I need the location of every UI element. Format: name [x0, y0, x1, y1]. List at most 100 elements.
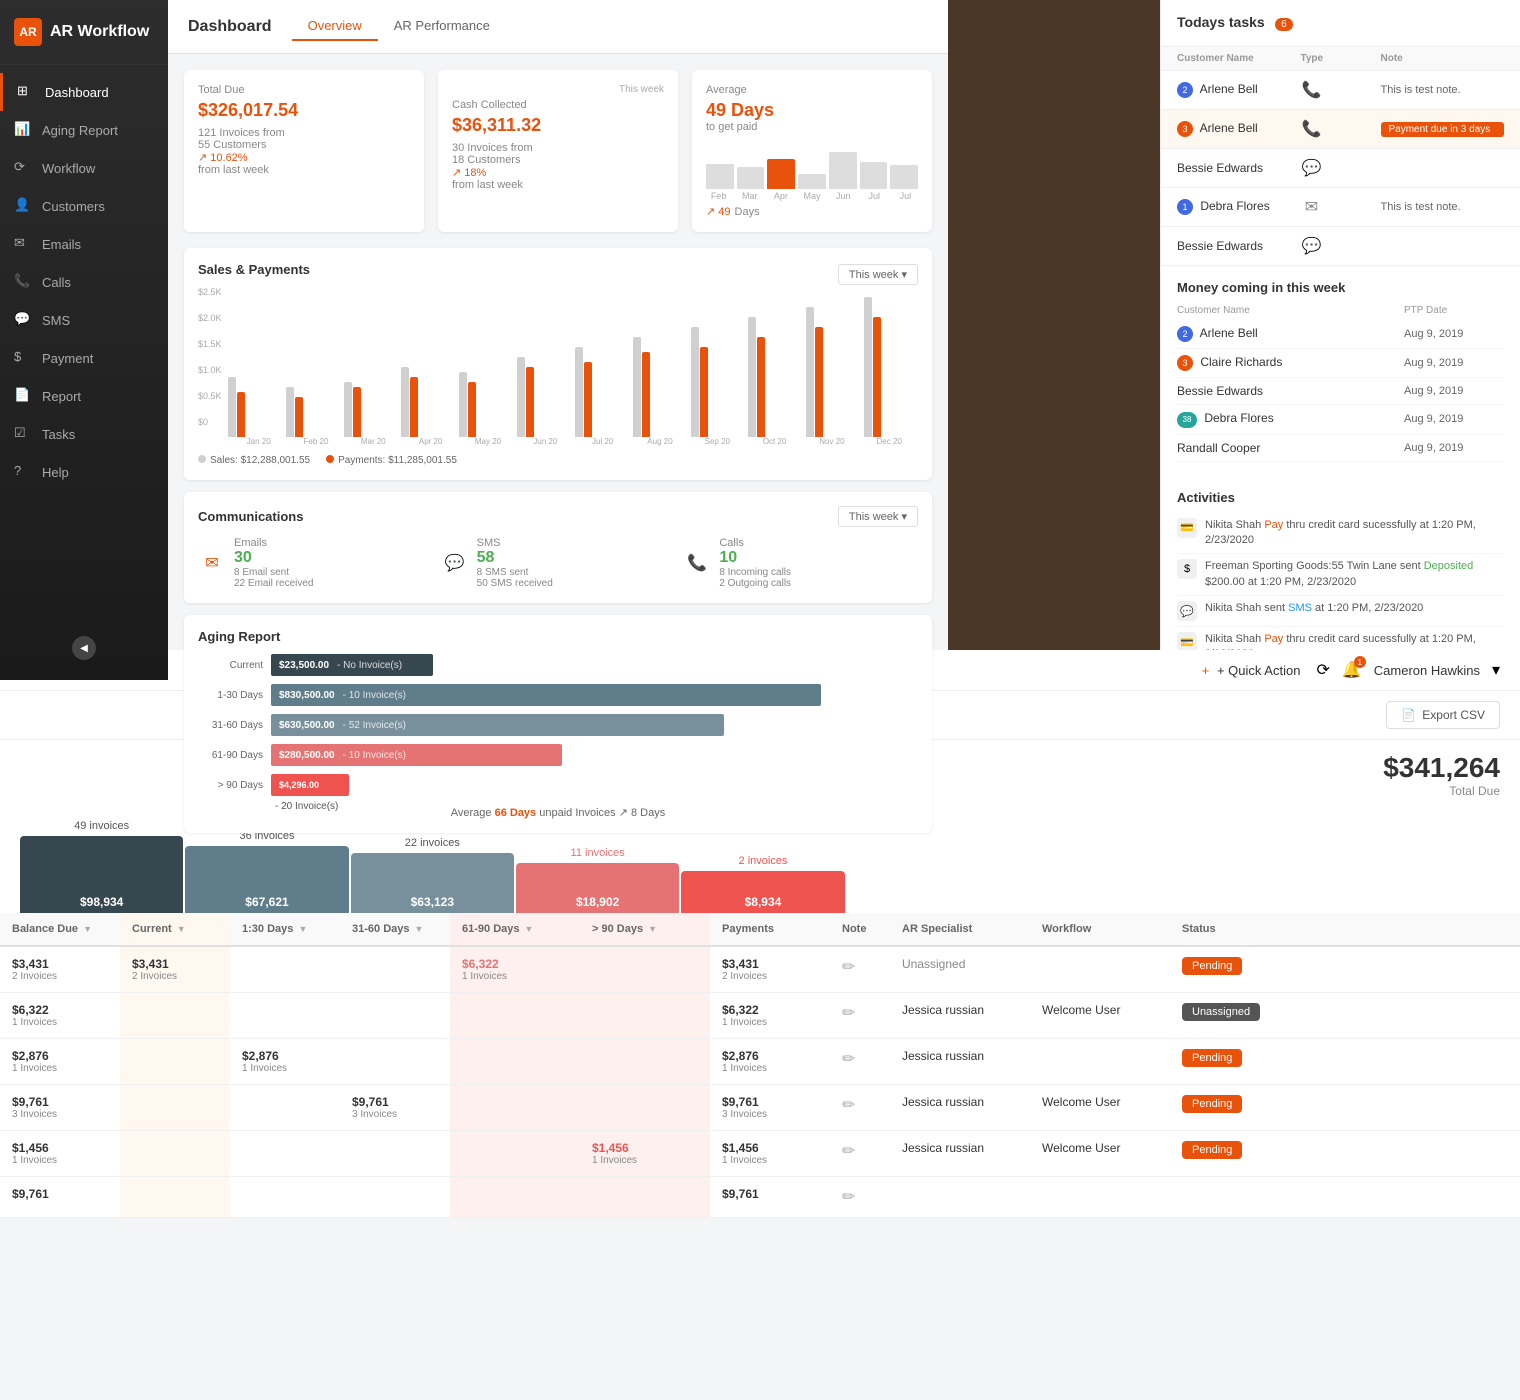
comm-header: Communications This week ▾: [198, 506, 918, 527]
td-current-5: [120, 1131, 230, 1176]
sidebar-item-calls[interactable]: 📞 Calls: [0, 263, 168, 301]
user-chevron[interactable]: ▾: [1492, 660, 1500, 680]
inv-col-90plus: 2 invoices $8,934: [681, 855, 844, 913]
aging-report-icon: 📊: [14, 121, 32, 139]
aging-row-current: Current $23,500.00 - No Invoice(s): [198, 654, 918, 676]
td-90plus-4: [580, 1085, 710, 1130]
y-axis-labels: $2.5K $2.0K $1.5K $1.0K $0.5K $0: [198, 287, 222, 427]
money-coming-section: Money coming in this week Customer Name …: [1161, 266, 1520, 476]
bar-group-apr: [401, 367, 455, 437]
td-status-2: Unassigned: [1170, 993, 1280, 1038]
task-type-phone-2: 📞: [1301, 118, 1323, 140]
sidebar-label-help: Help: [42, 465, 69, 480]
sidebar-label-calls: Calls: [42, 275, 71, 290]
bar-mar: [737, 167, 765, 190]
quick-action-button[interactable]: + + Quick Action: [1202, 663, 1301, 678]
th-31-60[interactable]: 31-60 Days ▼: [340, 913, 450, 945]
td-note-2[interactable]: ✏: [830, 993, 890, 1038]
td-90plus-5: $1,4561 Invoices: [580, 1131, 710, 1176]
table-row-5: $1,4561 Invoices $1,4561 Invoices $1,456…: [0, 1131, 1520, 1177]
sidebar-collapse-button[interactable]: ◀: [72, 636, 96, 660]
cash-week-label[interactable]: This week: [452, 84, 664, 95]
right-panel: Todays tasks 6 Customer Name Type Note 2…: [1160, 0, 1520, 650]
th-note[interactable]: Note: [830, 913, 890, 945]
bar-group-nov: [806, 307, 860, 437]
tab-overview[interactable]: Overview: [292, 12, 378, 41]
inv-bar-1-30: [185, 846, 348, 891]
td-90plus-3: [580, 1039, 710, 1084]
export-csv-button[interactable]: 📄 Export CSV: [1386, 701, 1500, 729]
total-due-customers: 55 Customers: [198, 139, 410, 151]
sidebar-label-payment: Payment: [42, 351, 93, 366]
task-table-header: Customer Name Type Note: [1161, 47, 1520, 71]
task-item-2: 3 Arlene Bell 📞 Payment due in 3 days: [1161, 110, 1520, 149]
task-col-note: Note: [1381, 53, 1505, 64]
td-specialist-6: [890, 1177, 1030, 1217]
sidebar-item-dashboard[interactable]: ⊞ Dashboard: [0, 73, 168, 111]
legend-sales: Sales: $12,288,001.55: [198, 455, 310, 466]
td-payments-6: $9,761: [710, 1177, 830, 1217]
sidebar-item-payment[interactable]: $ Payment: [0, 339, 168, 377]
th-specialist[interactable]: AR Specialist: [890, 913, 1030, 945]
cash-collected-value: $36,311.32: [452, 115, 664, 136]
th-status[interactable]: Status: [1170, 913, 1280, 945]
td-note-6[interactable]: ✏: [830, 1177, 890, 1217]
sidebar-item-report[interactable]: 📄 Report: [0, 377, 168, 415]
notification-icon[interactable]: 🔔 1: [1342, 660, 1362, 680]
td-balance-4: $9,7613 Invoices: [0, 1085, 120, 1130]
activity-icon-dollar: $: [1177, 559, 1197, 579]
export-icon: 📄: [1401, 708, 1416, 722]
aging-chart-title: Aging Report: [198, 629, 918, 644]
activity-icon-card: 💳: [1177, 518, 1197, 538]
emails-icon: ✉: [14, 235, 32, 253]
td-note-4[interactable]: ✏: [830, 1085, 890, 1130]
sidebar-item-emails[interactable]: ✉ Emails: [0, 225, 168, 263]
th-workflow[interactable]: Workflow: [1030, 913, 1170, 945]
td-61-90-3: [450, 1039, 580, 1084]
legend-payments: Payments: $11,285,001.55: [326, 455, 457, 466]
money-coming-title: Money coming in this week: [1177, 280, 1504, 295]
td-note-5[interactable]: ✏: [830, 1131, 890, 1176]
comm-period-selector[interactable]: This week ▾: [838, 506, 918, 527]
calls-comm-details: Calls 10 8 Incoming calls 2 Outgoing cal…: [719, 537, 791, 589]
activity-item-4: 💳 Nikita Shah Pay thru credit card suces…: [1177, 627, 1504, 650]
bar-group-jul: [575, 347, 629, 437]
sidebar-label-aging-report: Aging Report: [42, 123, 118, 138]
dashboard-icon: ⊞: [17, 83, 35, 101]
sidebar-item-aging-report[interactable]: 📊 Aging Report: [0, 111, 168, 149]
task-col-customer: Customer Name: [1177, 53, 1301, 64]
th-current[interactable]: Current ▼: [120, 913, 230, 945]
td-90plus-2: [580, 993, 710, 1038]
td-1-30-5: [230, 1131, 340, 1176]
td-note-1[interactable]: ✏: [830, 947, 890, 992]
sidebar-item-tasks[interactable]: ☑ Tasks: [0, 415, 168, 453]
calls-comm-icon: 📞: [683, 549, 711, 577]
sidebar-item-customers[interactable]: 👤 Customers: [0, 187, 168, 225]
td-31-60-6: [340, 1177, 450, 1217]
th-1-30[interactable]: 1:30 Days ▼: [230, 913, 340, 945]
th-61-90[interactable]: 61-90 Days ▼: [450, 913, 580, 945]
aging-bar-61-90: $280,500.00 - 10 Invoice(s): [271, 744, 562, 766]
tab-ar-performance[interactable]: AR Performance: [378, 12, 506, 41]
th-balance-due[interactable]: Balance Due ▼: [0, 913, 120, 945]
sms-comm-details: SMS 58 8 SMS sent 50 SMS received: [477, 537, 553, 589]
sidebar-item-sms[interactable]: 💬 SMS: [0, 301, 168, 339]
money-item-2: 3 Claire Richards Aug 9, 2019: [1177, 349, 1504, 378]
td-61-90-2: [450, 993, 580, 1038]
td-workflow-3: [1030, 1039, 1170, 1084]
sidebar-item-help[interactable]: ? Help: [0, 453, 168, 491]
sidebar-item-workflow[interactable]: ⟳ Workflow: [0, 149, 168, 187]
bar-group-jan: [228, 377, 282, 437]
th-90plus[interactable]: > 90 Days ▼: [580, 913, 710, 945]
sales-period-selector[interactable]: This week ▾: [838, 264, 918, 285]
task-num-2: 3: [1177, 121, 1193, 137]
bar-group-dec: [864, 297, 918, 437]
td-workflow-6: [1030, 1177, 1170, 1217]
tasks-count-badge: 6: [1275, 18, 1293, 31]
refresh-icon[interactable]: ⟳: [1316, 660, 1329, 680]
td-note-3[interactable]: ✏: [830, 1039, 890, 1084]
sidebar-label-sms: SMS: [42, 313, 70, 328]
money-item-1: 2 Arlene Bell Aug 9, 2019: [1177, 320, 1504, 349]
th-payments[interactable]: Payments: [710, 913, 830, 945]
td-payments-4: $9,7613 Invoices: [710, 1085, 830, 1130]
